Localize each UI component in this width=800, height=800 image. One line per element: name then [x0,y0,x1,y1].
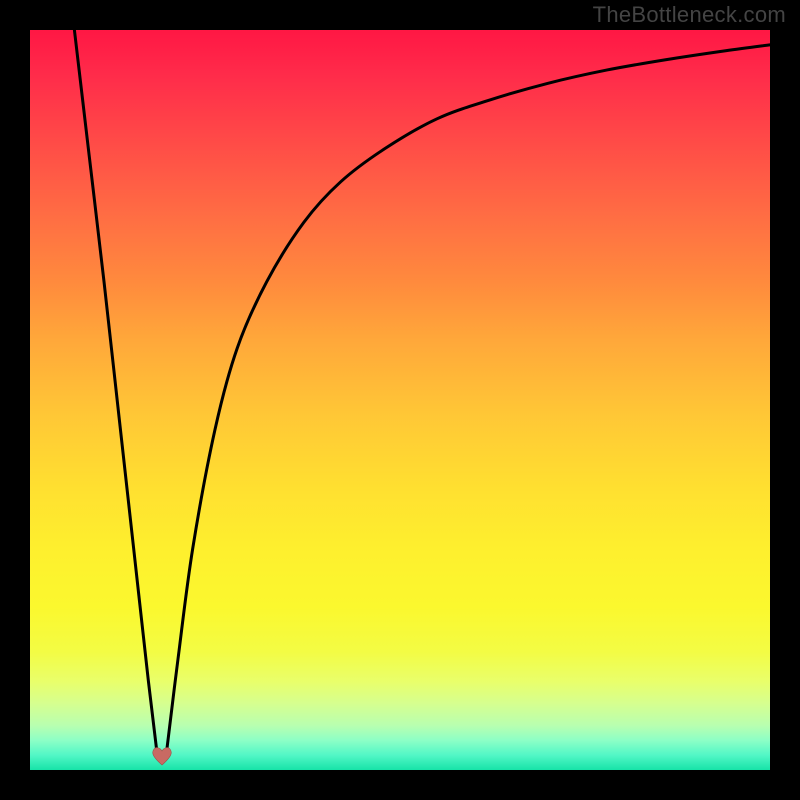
bottleneck-curve [30,30,770,770]
heart-icon [152,748,171,765]
heart-marker [150,744,174,766]
watermark-text: TheBottleneck.com [593,2,786,28]
curve-path-left [74,30,157,755]
curve-path-right [166,45,770,755]
plot-area [30,30,770,770]
